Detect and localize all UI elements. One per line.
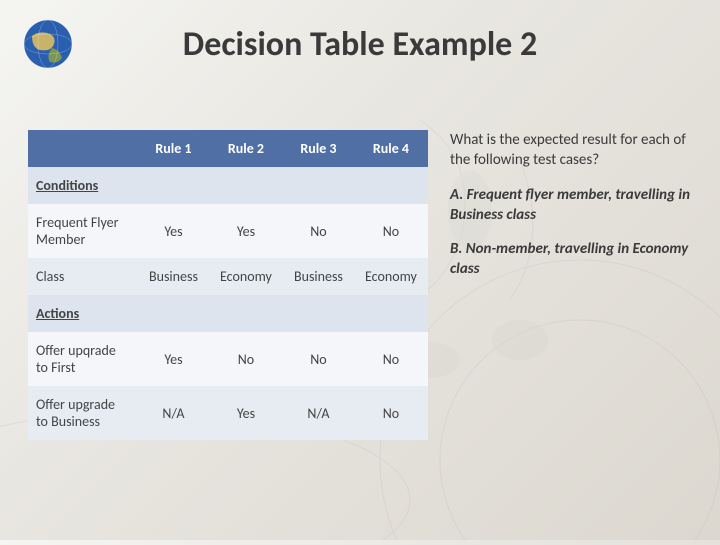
act2-r3: N/A: [283, 386, 354, 440]
act2-r1: N/A: [138, 386, 209, 440]
table-row: Offer upgrade to Business N/A Yes N/A No: [28, 386, 428, 440]
question-intro: What is the expected result for each of …: [450, 130, 700, 171]
header-rule4: Rule 4: [354, 130, 428, 167]
act2-r4: No: [354, 386, 428, 440]
cond1-r1: Yes: [138, 204, 209, 258]
act1-label: Offer upqrade to First: [28, 332, 138, 386]
header-rule2: Rule 2: [209, 130, 283, 167]
header-rule3: Rule 3: [283, 130, 354, 167]
act2-label: Offer upgrade to Business: [28, 386, 138, 440]
conditions-label: Conditions: [28, 167, 428, 204]
cond2-r3: Business: [283, 258, 354, 295]
case-b: B. Non-member, travelling in Economy cla…: [450, 239, 700, 280]
act1-r1: Yes: [138, 332, 209, 386]
cond1-r3: No: [283, 204, 354, 258]
case-a: A. Frequent flyer member, travelling in …: [450, 185, 700, 226]
table-row: Offer upqrade to First Yes No No No: [28, 332, 428, 386]
table-row: Frequent Flyer Member Yes Yes No No: [28, 204, 428, 258]
cond2-r2: Economy: [209, 258, 283, 295]
cond2-r1: Business: [138, 258, 209, 295]
header-row: Rule 1 Rule 2 Rule 3 Rule 4: [28, 130, 428, 167]
page-title: Decision Table Example 2: [0, 24, 720, 65]
decision-table: Rule 1 Rule 2 Rule 3 Rule 4 Conditions F…: [28, 130, 428, 440]
actions-label: Actions: [28, 295, 428, 332]
act1-r2: No: [209, 332, 283, 386]
cond1-label: Frequent Flyer Member: [28, 204, 138, 258]
content-area: Rule 1 Rule 2 Rule 3 Rule 4 Conditions F…: [28, 130, 700, 440]
header-blank: [28, 130, 138, 167]
conditions-section: Conditions: [28, 167, 428, 204]
cond1-r4: No: [354, 204, 428, 258]
cond2-label: Class: [28, 258, 138, 295]
table-row: Class Business Economy Business Economy: [28, 258, 428, 295]
act1-r3: No: [283, 332, 354, 386]
actions-section: Actions: [28, 295, 428, 332]
act2-r2: Yes: [209, 386, 283, 440]
question-panel: What is the expected result for each of …: [450, 130, 700, 440]
cond1-r2: Yes: [209, 204, 283, 258]
header-rule1: Rule 1: [138, 130, 209, 167]
act1-r4: No: [354, 332, 428, 386]
cond2-r4: Economy: [354, 258, 428, 295]
